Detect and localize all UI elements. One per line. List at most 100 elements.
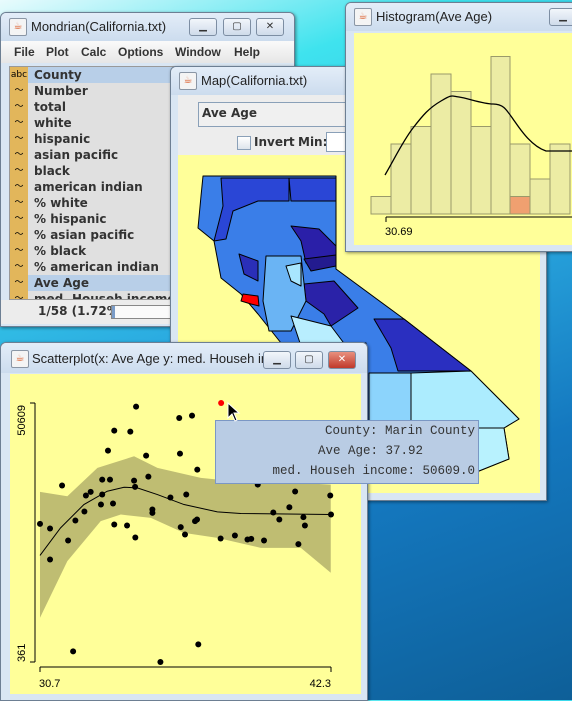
data-point[interactable] <box>87 488 94 495</box>
variable-label: hispanic <box>34 132 91 146</box>
data-point[interactable] <box>70 648 77 655</box>
numeric-variable-icon: 〜 <box>10 131 28 148</box>
y-max-label: 50609 <box>16 405 28 436</box>
data-point[interactable] <box>110 500 117 507</box>
menu-options[interactable]: Options <box>118 41 163 63</box>
data-point[interactable] <box>270 509 277 516</box>
data-point[interactable] <box>189 412 196 419</box>
selection-progress-fill <box>112 306 115 318</box>
highlighted-data-point[interactable] <box>218 400 225 406</box>
data-point[interactable] <box>99 476 106 483</box>
data-point[interactable] <box>131 477 138 484</box>
histogram-bar[interactable] <box>549 143 571 215</box>
data-point[interactable] <box>292 488 299 495</box>
numeric-variable-icon: 〜 <box>10 147 28 164</box>
variable-label: american indian <box>34 180 143 194</box>
data-point[interactable] <box>231 532 238 539</box>
numeric-variable-icon: 〜 <box>10 227 28 244</box>
menu-help[interactable]: Help <box>234 41 260 63</box>
data-point[interactable] <box>97 501 104 508</box>
data-point[interactable] <box>59 482 66 489</box>
data-point[interactable] <box>65 537 72 544</box>
data-point[interactable] <box>328 511 334 518</box>
data-point[interactable] <box>111 521 118 528</box>
histogram-bar[interactable] <box>370 196 392 215</box>
data-point[interactable] <box>82 492 89 499</box>
data-point[interactable] <box>132 534 139 541</box>
variable-label: % black <box>34 244 87 258</box>
scatterplot-window: ☕ Scatterplot(x: Ave Age y: med. Househ … <box>0 342 368 701</box>
data-point[interactable] <box>301 522 308 529</box>
data-point[interactable] <box>176 450 183 457</box>
data-point[interactable] <box>248 535 255 542</box>
x-axis-start-label: 30.69 <box>385 226 413 238</box>
histogram-window: ☕ Histogram(Ave Age) ▁ 30.69 <box>345 2 572 252</box>
data-point[interactable] <box>143 452 150 459</box>
text-variable-icon: abc <box>10 67 28 84</box>
data-point[interactable] <box>37 520 43 527</box>
histogram-bar[interactable] <box>390 143 412 215</box>
data-point[interactable] <box>47 556 54 563</box>
variable-label: % hispanic <box>34 212 107 226</box>
numeric-variable-icon: 〜 <box>10 291 28 299</box>
variable-label: % asian pacific <box>34 228 135 242</box>
histogram-chart[interactable]: 30.69 <box>346 3 572 251</box>
histogram-bar[interactable] <box>430 73 452 215</box>
histogram-bar-highlight <box>509 196 531 215</box>
menu-plot[interactable]: Plot <box>46 41 69 63</box>
variable-label: % white <box>34 196 88 210</box>
histogram-bar[interactable] <box>450 91 472 215</box>
data-point[interactable] <box>194 466 201 473</box>
data-point[interactable] <box>194 516 201 523</box>
numeric-variable-icon: 〜 <box>10 99 28 116</box>
histogram-bar[interactable] <box>529 178 551 215</box>
java-icon: ☕ <box>9 18 27 36</box>
data-point[interactable] <box>111 427 118 434</box>
menu-file[interactable]: File <box>14 41 35 63</box>
x-min-label: 30.7 <box>39 678 60 690</box>
title-bar[interactable]: ☕ Mondrian(California.txt) ▁ ▢ ✕ <box>1 13 294 41</box>
histogram-bar[interactable] <box>410 126 432 215</box>
data-point[interactable] <box>183 491 190 498</box>
data-point[interactable] <box>127 428 134 435</box>
data-point[interactable] <box>300 514 307 521</box>
data-point[interactable] <box>133 403 140 410</box>
data-point[interactable] <box>81 508 88 515</box>
data-point[interactable] <box>217 535 224 542</box>
variable-label: med. Househ income <box>34 292 176 300</box>
scatterplot-chart[interactable]: 30.7 42.3 50609 361 <box>1 343 367 700</box>
menu-calc[interactable]: Calc <box>81 41 106 63</box>
numeric-variable-icon: 〜 <box>10 83 28 100</box>
data-point[interactable] <box>181 531 188 538</box>
histogram-bar[interactable] <box>470 126 492 215</box>
point-tooltip: County: Marin County Ave Age: 37.92 med.… <box>215 420 479 484</box>
minimize-button[interactable]: ▁ <box>189 18 217 36</box>
data-point[interactable] <box>195 641 202 648</box>
data-point[interactable] <box>327 492 334 499</box>
data-point[interactable] <box>47 525 54 532</box>
data-point[interactable] <box>132 483 139 490</box>
y-min-label: 361 <box>16 644 28 662</box>
data-point[interactable] <box>176 414 183 421</box>
numeric-variable-icon: 〜 <box>10 243 28 260</box>
data-point[interactable] <box>145 473 152 480</box>
close-button[interactable]: ✕ <box>256 18 284 36</box>
x-max-label: 42.3 <box>310 678 331 690</box>
data-point[interactable] <box>72 517 79 524</box>
data-point[interactable] <box>261 537 268 544</box>
maximize-button[interactable]: ▢ <box>223 18 251 36</box>
data-point[interactable] <box>99 491 106 498</box>
data-point[interactable] <box>177 524 184 531</box>
histogram-bar[interactable] <box>490 56 511 215</box>
data-point[interactable] <box>295 541 302 548</box>
menu-window[interactable]: Window <box>175 41 221 63</box>
data-point[interactable] <box>124 522 131 529</box>
data-point[interactable] <box>106 476 113 483</box>
data-point[interactable] <box>104 447 111 454</box>
data-point[interactable] <box>286 504 293 511</box>
variable-label: white <box>34 116 72 130</box>
data-point[interactable] <box>149 509 156 516</box>
data-point[interactable] <box>157 659 164 665</box>
data-point[interactable] <box>276 516 283 523</box>
data-point[interactable] <box>167 494 174 501</box>
